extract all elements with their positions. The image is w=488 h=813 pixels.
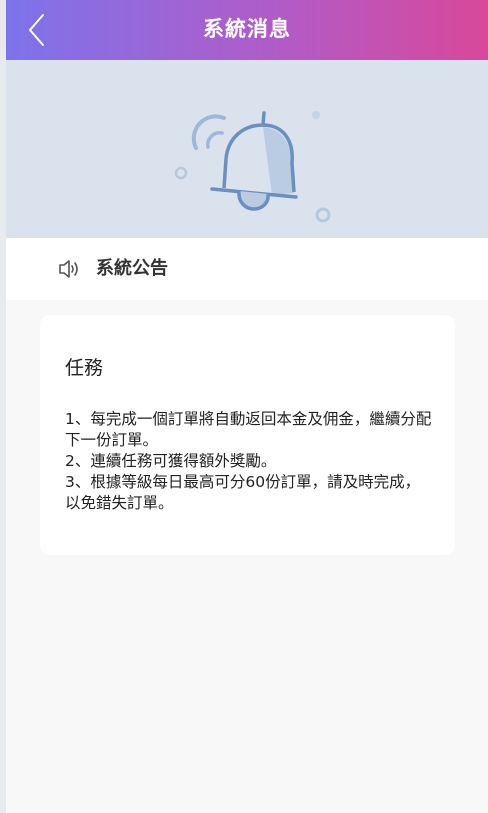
message-title: 任務 — [65, 357, 104, 379]
message-line: 1、每完成一個訂單將自動返回本金及佣金，繼續分配下一份訂單。 — [65, 410, 432, 449]
bell-icon — [174, 111, 331, 223]
page-title: 系統消息 — [203, 17, 291, 41]
message-card: 任務 1、每完成一個訂單將自動返回本金及佣金，繼續分配下一份訂單。 2、連續任務… — [40, 315, 455, 555]
app-header: 系統消息 — [6, 0, 488, 60]
notification-banner — [6, 60, 488, 238]
message-line: 2、連續任務可獲得額外獎勵。 — [65, 452, 277, 470]
message-line: 3、根據等級每日最高可分60份訂單，請及時完成，以免錯失訂單。 — [65, 473, 421, 512]
speaker-icon — [59, 260, 78, 278]
message-body: 1、每完成一個訂單將自動返回本金及佣金，繼續分配下一份訂單。 2、連續任務可獲得… — [65, 409, 435, 514]
announcement-title: 系統公告 — [96, 258, 168, 279]
announcement-bar[interactable]: 系統公告 — [6, 238, 488, 300]
